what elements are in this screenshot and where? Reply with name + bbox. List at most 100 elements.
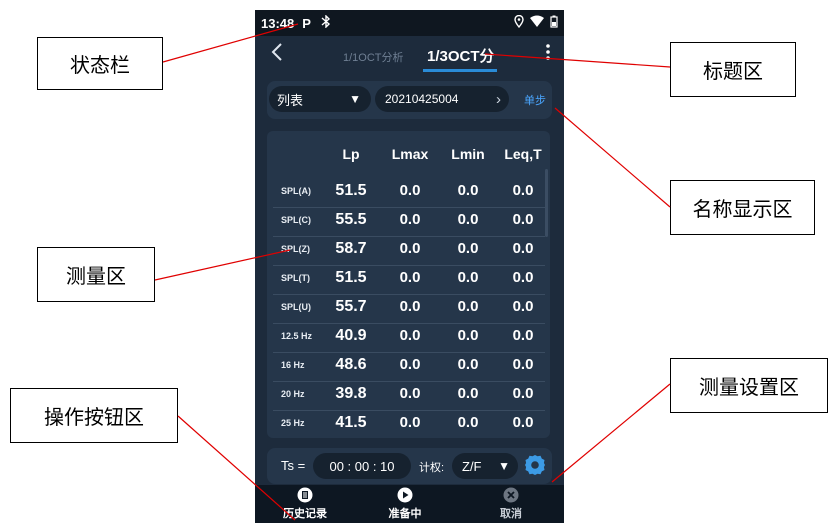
wifi-icon [530, 15, 544, 31]
table-cell: 0.0 [457, 327, 479, 344]
tab-1-1oct[interactable]: 1/1OCT分析 [343, 49, 404, 65]
column-header-lp: Lp [342, 146, 360, 162]
callout-action-buttons-area: 操作按钮区 [10, 388, 178, 443]
table-cell: 0.0 [512, 269, 534, 286]
action-bar: 历史记录 准备中 取消 [255, 485, 564, 523]
row-label: SPL(T) [281, 273, 310, 283]
table-cell: 0.0 [512, 182, 534, 199]
dropdown-arrow-icon: ▼ [349, 92, 361, 106]
prepare-button[interactable]: 准备中 [365, 487, 445, 521]
table-cell: 0.0 [512, 327, 534, 344]
row-label: 20 Hz [281, 389, 305, 399]
table-cell: 48.6 [335, 356, 367, 373]
play-icon [397, 487, 413, 503]
dropdown-arrow-icon: ▼ [498, 459, 510, 473]
table-cell: 0.0 [399, 211, 421, 228]
table-row: SPL(T) 51.5 0.0 0.0 0.0 [267, 265, 550, 294]
row-label: SPL(Z) [281, 244, 310, 254]
measurement-settings-bar: Ts = 00 : 00 : 10 计权: Z/F ▼ [267, 448, 552, 484]
table-row: SPL(C) 55.5 0.0 0.0 0.0 [267, 207, 550, 236]
cancel-label: 取消 [500, 508, 522, 520]
column-header-lmin: Lmin [451, 146, 485, 162]
table-cell: 0.0 [399, 356, 421, 373]
step-button[interactable]: 单步 [524, 92, 546, 108]
status-time: 13:48 [261, 15, 295, 31]
table-cell: 51.5 [335, 269, 367, 286]
table-cell: 0.0 [512, 240, 534, 257]
table-row: 16 Hz 48.6 0.0 0.0 0.0 [267, 352, 550, 381]
history-label: 历史记录 [283, 508, 327, 520]
parking-icon: P [302, 15, 311, 31]
prepare-label: 准备中 [388, 508, 422, 520]
row-label: 16 Hz [281, 360, 305, 370]
cancel-icon [503, 487, 519, 503]
table-cell: 0.0 [457, 356, 479, 373]
more-icon[interactable] [546, 44, 550, 65]
weighting-value: Z/F [462, 458, 482, 474]
row-label: SPL(A) [281, 186, 311, 196]
table-cell: 51.5 [335, 182, 367, 199]
history-icon [297, 487, 313, 503]
table-cell: 0.0 [399, 269, 421, 286]
file-name-field[interactable]: 20210425004 › [375, 86, 509, 112]
table-cell: 0.0 [457, 298, 479, 315]
active-tab-indicator [423, 69, 497, 72]
table-cell: 0.0 [457, 182, 479, 199]
mode-select[interactable]: 列表 ▼ [269, 86, 371, 112]
table-cell: 0.0 [399, 414, 421, 431]
weighting-label: 计权: [419, 462, 445, 474]
weighting-select[interactable]: Z/F ▼ [452, 453, 518, 479]
location-icon [514, 14, 524, 31]
table-cell: 0.0 [512, 298, 534, 315]
table-cell: 0.0 [457, 211, 479, 228]
chevron-right-icon: › [496, 90, 501, 108]
table-cell: 0.0 [512, 385, 534, 402]
table-row: SPL(A) 51.5 0.0 0.0 0.0 [267, 178, 550, 207]
table-cell: 0.0 [512, 211, 534, 228]
table-cell: 55.5 [335, 211, 367, 228]
table-cell: 55.7 [335, 298, 367, 315]
table-cell: 0.0 [512, 414, 534, 431]
table-row: SPL(Z) 58.7 0.0 0.0 0.0 [267, 236, 550, 265]
callout-name-display-area: 名称显示区 [670, 180, 815, 235]
table-cell: 0.0 [399, 298, 421, 315]
measurement-table: Lp Lmax Lmin Leq,T SPL(A) 51.5 0.0 0.0 0.0 SP… [267, 131, 550, 438]
table-cell: 0.0 [512, 356, 534, 373]
table-row: 25 Hz 41.5 0.0 0.0 0.0 [267, 410, 550, 439]
callout-measurement-area: 测量区 [37, 247, 155, 302]
ts-label: Ts = [281, 458, 306, 473]
table-cell: 41.5 [335, 414, 367, 431]
table-cell: 0.0 [457, 414, 479, 431]
table-cell: 40.9 [335, 327, 367, 344]
bluetooth-icon [321, 14, 331, 31]
column-header-leqt: Leq,T [504, 146, 542, 162]
mode-select-value: 列表 [277, 92, 304, 108]
leader-name-display-area [554, 107, 671, 208]
file-name-value: 20210425004 [385, 92, 459, 106]
row-label: 25 Hz [281, 418, 305, 428]
back-icon[interactable] [271, 42, 283, 68]
cancel-button[interactable]: 取消 [471, 487, 551, 521]
gear-icon[interactable] [523, 453, 547, 477]
table-cell: 0.0 [399, 182, 421, 199]
column-header-lmax: Lmax [391, 146, 429, 162]
tab-1-3oct[interactable]: 1/3OCT分 [427, 45, 495, 66]
name-display-bar: 列表 ▼ 20210425004 › 单步 [267, 81, 552, 119]
ts-duration-field[interactable]: 00 : 00 : 10 [313, 453, 411, 479]
phone-screen: 13:48 P 1/1OCT分析 1/3OCT分 列表 ▼ 2021042500… [255, 10, 564, 523]
table-cell: 0.0 [457, 269, 479, 286]
table-cell: 0.0 [399, 385, 421, 402]
status-bar: 13:48 P [255, 10, 564, 36]
table-cell: 0.0 [399, 327, 421, 344]
table-cell: 0.0 [457, 385, 479, 402]
table-cell: 39.8 [335, 385, 367, 402]
row-label: SPL(C) [281, 215, 311, 225]
battery-icon [550, 15, 558, 31]
table-cell: 0.0 [399, 240, 421, 257]
callout-status-bar: 状态栏 [37, 37, 163, 90]
table-cell: 0.0 [457, 240, 479, 257]
table-cell: 58.7 [335, 240, 367, 257]
table-row: 20 Hz 39.8 0.0 0.0 0.0 [267, 381, 550, 410]
history-button[interactable]: 历史记录 [265, 487, 345, 521]
callout-title-area: 标题区 [670, 42, 796, 97]
